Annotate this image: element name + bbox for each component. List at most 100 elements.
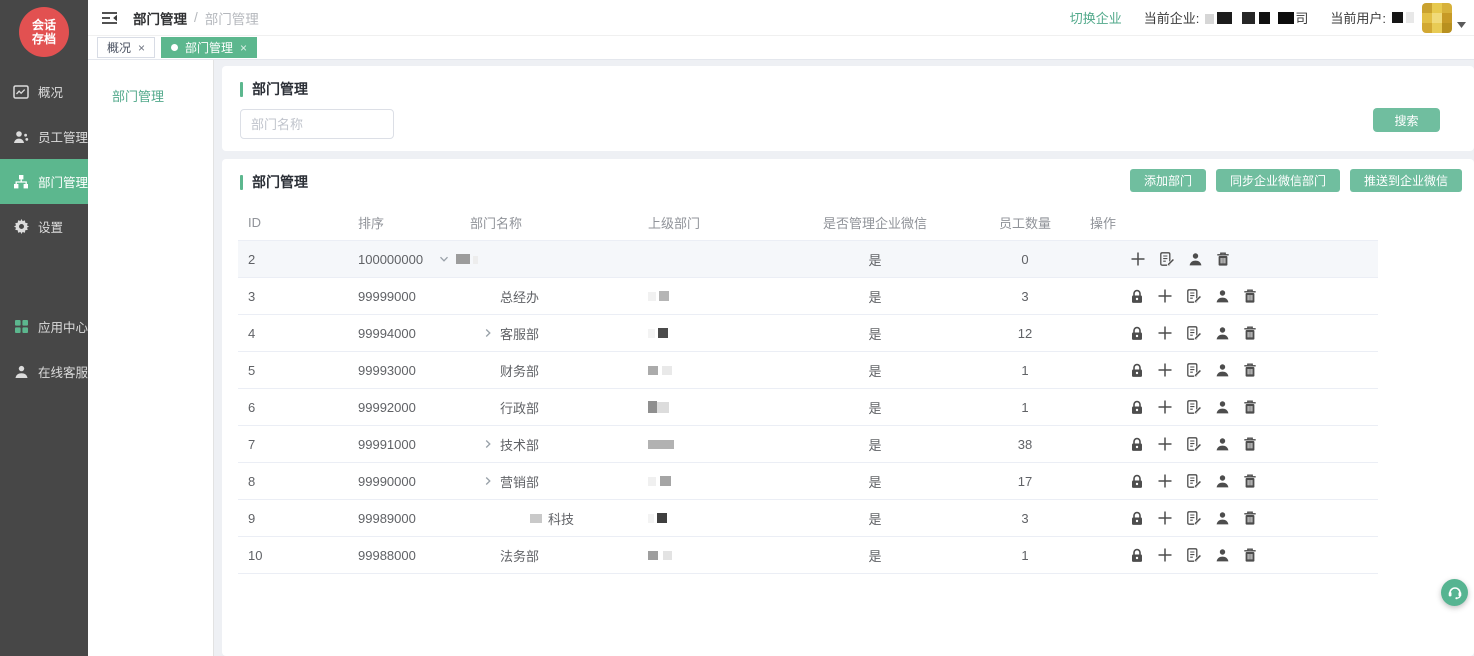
member-icon[interactable]	[1215, 326, 1230, 341]
member-icon[interactable]	[1215, 289, 1230, 304]
tab-label: 部门管理	[185, 39, 233, 56]
cell-manage-wecom: 是	[790, 435, 960, 454]
member-icon[interactable]	[1215, 511, 1230, 526]
sidebar-item-employees[interactable]: 员工管理	[0, 114, 88, 159]
cell-sort: 100000000	[350, 252, 430, 267]
sidebar-item-settings[interactable]: 设置	[0, 204, 88, 249]
close-icon[interactable]: ×	[240, 41, 247, 55]
overview-icon	[13, 84, 29, 100]
breadcrumb-item[interactable]: 部门管理	[133, 8, 187, 28]
sidebar-item-departments[interactable]: 部门管理	[0, 159, 88, 204]
cell-parent-department	[640, 401, 790, 413]
delete-icon[interactable]	[1243, 547, 1257, 563]
lock-icon[interactable]	[1130, 400, 1144, 415]
plus-icon[interactable]	[1157, 325, 1173, 341]
edit-icon[interactable]	[1186, 399, 1202, 415]
member-icon[interactable]	[1215, 363, 1230, 378]
lock-icon[interactable]	[1130, 363, 1144, 378]
column-header-1: ID	[238, 215, 350, 230]
expand-row-icon[interactable]	[482, 327, 494, 339]
sidebar-item-overview[interactable]: 概况	[0, 69, 88, 114]
subsidebar-item-departments[interactable]: 部门管理	[88, 86, 213, 105]
content-area: 部门管理 搜索 部门管理 添加部门同步企业微信部门推送到企业微信 ID排序部门名…	[214, 60, 1474, 656]
sidebar-item-support[interactable]: 在线客服	[0, 349, 88, 394]
add-department-button[interactable]: 添加部门	[1130, 169, 1206, 192]
expand-row-icon[interactable]	[482, 475, 494, 487]
cell-parent-department	[640, 551, 790, 560]
employees-icon	[13, 129, 29, 145]
member-icon[interactable]	[1188, 252, 1203, 267]
column-header-4: 上级部门	[640, 213, 790, 232]
cell-operations	[1090, 473, 1378, 489]
cell-employee-count: 17	[960, 474, 1090, 489]
member-icon[interactable]	[1215, 474, 1230, 489]
settings-icon	[13, 219, 29, 235]
edit-icon[interactable]	[1186, 473, 1202, 489]
sidebar-item-apps[interactable]: 应用中心	[0, 304, 88, 349]
edit-icon[interactable]	[1186, 436, 1202, 452]
department-table: ID排序部门名称上级部门是否管理企业微信员工数量操作 2100000000是03…	[238, 204, 1378, 574]
tab-部门管理[interactable]: 部门管理 ×	[161, 37, 257, 58]
edit-icon[interactable]	[1186, 325, 1202, 341]
plus-icon[interactable]	[1157, 473, 1173, 489]
delete-icon[interactable]	[1243, 510, 1257, 526]
lock-icon[interactable]	[1130, 511, 1144, 526]
edit-icon[interactable]	[1186, 547, 1202, 563]
parent-name-redacted	[648, 476, 671, 486]
edit-icon[interactable]	[1186, 288, 1202, 304]
switch-company-link[interactable]: 切换企业	[1070, 8, 1122, 27]
cell-operations	[1090, 510, 1378, 526]
search-button[interactable]: 搜索	[1373, 108, 1440, 132]
plus-icon[interactable]	[1157, 510, 1173, 526]
lock-icon[interactable]	[1130, 548, 1144, 563]
cell-department-name: 科技	[430, 509, 640, 528]
plus-icon[interactable]	[1157, 436, 1173, 452]
edit-icon[interactable]	[1186, 362, 1202, 378]
edit-icon[interactable]	[1159, 251, 1175, 267]
push-to-wecom-button[interactable]: 推送到企业微信	[1350, 169, 1462, 192]
cell-operations	[1090, 362, 1378, 378]
collapse-menu-icon[interactable]	[101, 11, 118, 25]
customer-service-button[interactable]	[1441, 579, 1468, 606]
cell-employee-count: 38	[960, 437, 1090, 452]
lock-icon[interactable]	[1130, 437, 1144, 452]
tab-概况[interactable]: 概况×	[97, 37, 155, 58]
plus-icon[interactable]	[1130, 251, 1146, 267]
cell-manage-wecom: 是	[790, 546, 960, 565]
cell-operations	[1090, 399, 1378, 415]
plus-icon[interactable]	[1157, 399, 1173, 415]
delete-icon[interactable]	[1243, 288, 1257, 304]
chevron-down-icon[interactable]	[1457, 16, 1466, 31]
active-dot	[171, 44, 178, 51]
member-icon[interactable]	[1215, 437, 1230, 452]
lock-icon[interactable]	[1130, 326, 1144, 341]
cell-employee-count: 12	[960, 326, 1090, 341]
cell-operations	[1090, 251, 1378, 267]
lock-icon[interactable]	[1130, 289, 1144, 304]
sync-wecom-departments-button[interactable]: 同步企业微信部门	[1216, 169, 1340, 192]
member-icon[interactable]	[1215, 400, 1230, 415]
edit-icon[interactable]	[1186, 510, 1202, 526]
column-header-6: 员工数量	[960, 213, 1090, 232]
delete-icon[interactable]	[1216, 251, 1230, 267]
member-icon[interactable]	[1215, 548, 1230, 563]
delete-icon[interactable]	[1243, 399, 1257, 415]
delete-icon[interactable]	[1243, 436, 1257, 452]
delete-icon[interactable]	[1243, 325, 1257, 341]
lock-icon[interactable]	[1130, 474, 1144, 489]
expand-row-icon[interactable]	[482, 438, 494, 450]
collapse-row-icon[interactable]	[438, 253, 450, 265]
current-user-label: 当前用户:	[1330, 8, 1386, 27]
plus-icon[interactable]	[1157, 362, 1173, 378]
plus-icon[interactable]	[1157, 288, 1173, 304]
delete-icon[interactable]	[1243, 362, 1257, 378]
cell-parent-department	[640, 440, 790, 449]
close-icon[interactable]: ×	[138, 41, 145, 55]
delete-icon[interactable]	[1243, 473, 1257, 489]
cell-sort: 99994000	[350, 326, 430, 341]
departments-icon	[13, 174, 29, 190]
plus-icon[interactable]	[1157, 547, 1173, 563]
avatar[interactable]	[1422, 3, 1452, 33]
user-name-redacted	[1392, 12, 1414, 23]
department-name-input[interactable]	[240, 109, 394, 139]
